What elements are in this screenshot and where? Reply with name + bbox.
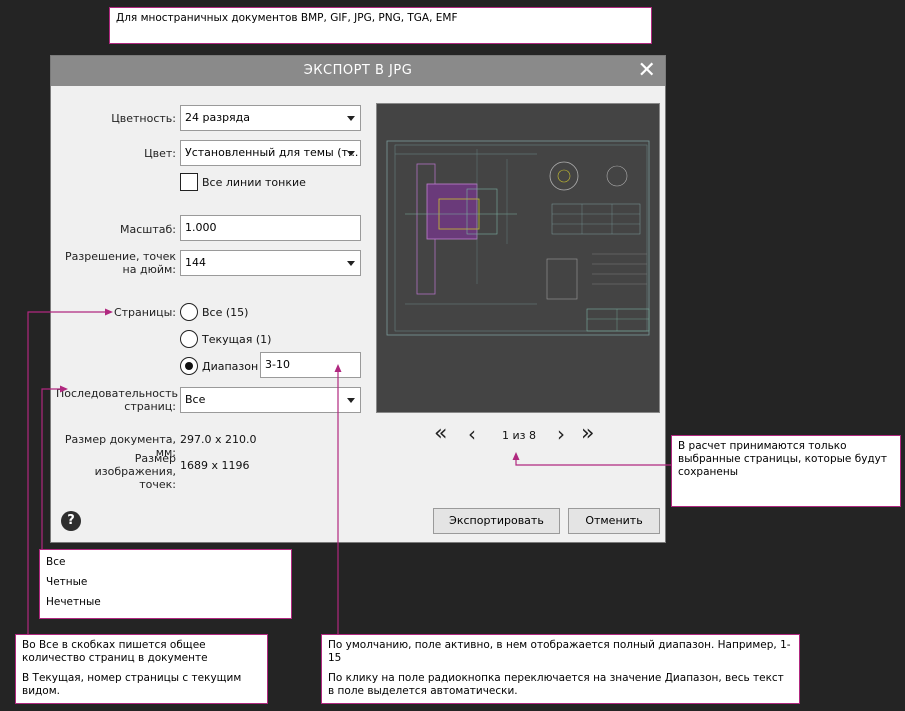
resolution-select[interactable]: 144 — [180, 250, 361, 276]
color-depth-select[interactable]: 24 разряда — [180, 105, 361, 131]
color-depth-label: Цветность: — [111, 112, 176, 125]
sequence-option: Все — [46, 556, 66, 568]
pages-range-value: 3-10 — [265, 358, 290, 371]
dialog-title: ЭКСПОРТ В JPG — [303, 63, 413, 78]
note-pages-count: Во Все в скобках пишется общее количеств… — [15, 634, 268, 704]
prev-page-icon[interactable]: ‹ — [468, 424, 476, 444]
image-size-label: Размер изображения, точек: — [94, 452, 176, 491]
close-icon[interactable]: ✕ — [635, 58, 659, 84]
resolution-label: Разрешение, точек на дюйм: — [65, 250, 176, 276]
last-page-icon[interactable]: » — [581, 423, 594, 445]
color-value: Установленный для темы (т... — [185, 146, 359, 159]
note-multipage-formats-text: Для мностраничных документов BMP, GIF, J… — [116, 12, 458, 24]
scale-input[interactable]: 1.000 — [180, 215, 361, 241]
pages-all-radio[interactable] — [180, 303, 198, 321]
note-sequence-options: Все Четные Нечетные — [39, 549, 292, 619]
drawing-thumbnail — [386, 140, 650, 336]
pager-text: 1 из 8 — [502, 429, 536, 442]
thin-lines-checkbox[interactable] — [180, 173, 198, 191]
sequence-option: Нечетные — [46, 596, 101, 608]
note-pages-count-line: В Текущая, номер страницы с текущим видо… — [22, 672, 242, 697]
pages-range-radio[interactable] — [180, 357, 198, 375]
pages-range-input[interactable]: 3-10 — [260, 352, 361, 378]
help-icon[interactable]: ? — [61, 511, 81, 531]
sequence-select[interactable]: Все — [180, 387, 361, 413]
color-select[interactable]: Установленный для темы (т... — [180, 140, 361, 166]
color-depth-value: 24 разряда — [185, 111, 251, 124]
note-range-default-line: По умолчанию, поле активно, в нем отобра… — [328, 639, 791, 664]
pages-current-label: Текущая (1) — [202, 333, 272, 346]
note-multipage-formats: Для мностраничных документов BMP, GIF, J… — [109, 7, 652, 44]
scale-label: Масштаб: — [120, 223, 176, 236]
pages-label: Страницы: — [113, 306, 176, 319]
chevron-down-icon — [347, 116, 355, 121]
pages-current-radio[interactable] — [180, 330, 198, 348]
sequence-value: Все — [185, 393, 206, 406]
note-selected-pages-text: В расчет принимаются только выбранные ст… — [678, 440, 888, 478]
note-range-default: По умолчанию, поле активно, в нем отобра… — [321, 634, 800, 704]
next-page-icon[interactable]: › — [557, 424, 565, 444]
note-pages-count-line: Во Все в скобках пишется общее количеств… — [22, 639, 208, 664]
note-selected-pages: В расчет принимаются только выбранные ст… — [671, 435, 901, 507]
image-size-value: 1689 x 1196 — [180, 459, 250, 472]
pages-all-label: Все (15) — [202, 306, 249, 319]
pages-range-label: Диапазон — [202, 360, 259, 373]
sequence-option: Четные — [46, 576, 88, 588]
first-page-icon[interactable]: « — [434, 423, 447, 445]
preview-panel — [376, 103, 660, 413]
dialog-titlebar: ЭКСПОРТ В JPG ✕ — [51, 56, 665, 86]
export-jpg-dialog: ЭКСПОРТ В JPG ✕ Цветность: 24 разряда Цв… — [50, 55, 666, 543]
cancel-button[interactable]: Отменить — [568, 508, 660, 534]
chevron-down-icon — [347, 261, 355, 266]
note-range-default-line: По клику на поле радиокнопка переключает… — [328, 672, 784, 697]
sequence-label: Последовательность страниц: — [56, 387, 178, 413]
color-label: Цвет: — [144, 147, 176, 160]
radio-selected-dot — [184, 361, 193, 370]
resolution-value: 144 — [185, 256, 206, 269]
chevron-down-icon — [347, 398, 355, 403]
export-button[interactable]: Экспортировать — [433, 508, 560, 534]
scale-value: 1.000 — [185, 221, 217, 234]
doc-size-value: 297.0 x 210.0 — [180, 433, 257, 446]
chevron-down-icon — [347, 151, 355, 156]
thin-lines-label: Все линии тонкие — [202, 176, 306, 189]
